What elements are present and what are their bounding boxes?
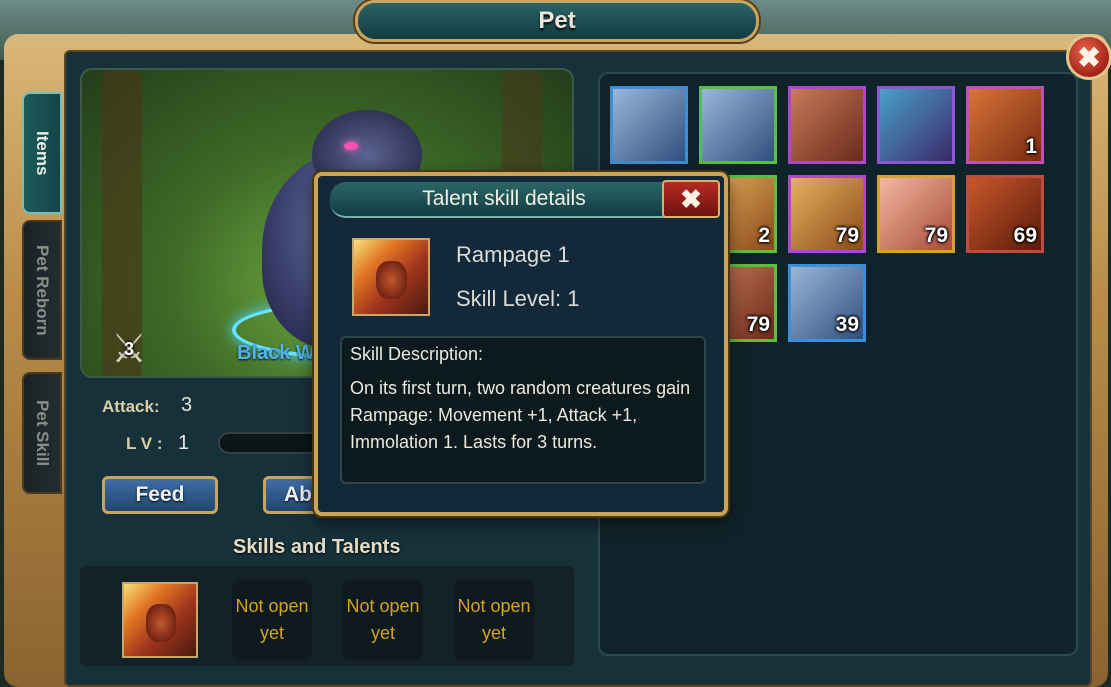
dialog-close-button[interactable]: ✖ (662, 180, 720, 218)
locked-skill-slot: Not open yet (454, 580, 534, 660)
rampage-skill-icon (352, 238, 430, 316)
window-title: Pet (538, 7, 576, 34)
tab-items-label: Items (33, 130, 52, 176)
inventory-item-black-wolf-pet-icon[interactable] (699, 86, 777, 164)
pet-eye (344, 142, 358, 150)
attack-value: 3 (181, 394, 193, 416)
tab-pet-skill[interactable]: Pet Skill (22, 372, 62, 494)
locked-skill-slot: Not open yet (232, 580, 312, 660)
dialog-title: Talent skill details (422, 187, 586, 210)
skills-section-title: Skills and Talents (233, 536, 401, 558)
tab-pet-skill-label: Pet Skill (33, 399, 52, 467)
inventory-item-meat-food-icon[interactable]: 69 (966, 175, 1044, 253)
item-count: 2 (758, 224, 770, 247)
item-count: 39 (835, 313, 859, 336)
skill-description-title: Skill Description: (350, 344, 484, 364)
skill-description-text: On its first turn, two random creatures … (350, 378, 691, 452)
item-count: 69 (1013, 224, 1037, 247)
feed-button[interactable]: Feed (102, 476, 218, 514)
attack-label: Attack: (102, 397, 160, 416)
tab-pet-reborn[interactable]: Pet Reborn (22, 220, 62, 360)
pet-level-badge: ⚔ 3 (104, 324, 154, 374)
skill-description-box: Skill Description: On its first turn, tw… (340, 336, 706, 484)
tab-pet-reborn-label: Pet Reborn (33, 244, 52, 336)
inventory-item-black-wolf-pet-icon[interactable] (610, 86, 688, 164)
item-count: 79 (924, 224, 948, 247)
item-count: 79 (835, 224, 859, 247)
item-count: 1 (1025, 135, 1037, 158)
talent-skill-details-dialog: Talent skill details ✖ Rampage 1 Skill L… (314, 172, 728, 516)
inventory-item-shrimp-food-icon[interactable]: 1 (966, 86, 1044, 164)
pet-name: Black W (237, 342, 315, 364)
pet-level-number: 3 (123, 338, 134, 359)
item-count: 79 (746, 313, 770, 336)
tab-items[interactable]: Items (22, 92, 62, 214)
skill-level: Skill Level: 1 (456, 286, 580, 311)
inventory-item-black-wolf-pet-icon[interactable]: 39 (788, 264, 866, 342)
inventory-item-bread-food-icon[interactable]: 79 (788, 175, 866, 253)
inventory-item-boar-pet-icon[interactable] (788, 86, 866, 164)
level-value: 1 (178, 432, 190, 454)
rampage-skill-icon[interactable] (122, 582, 198, 658)
inventory-item-ham-food-icon[interactable]: 79 (877, 175, 955, 253)
skill-name: Rampage 1 (456, 242, 570, 267)
dialog-header: Talent skill details (330, 182, 678, 218)
level-label: L V : (126, 434, 163, 453)
locked-skill-slot: Not open yet (343, 580, 423, 660)
window-title-plate: Pet (355, 0, 759, 42)
inventory-item-dragon-pet-icon[interactable] (877, 86, 955, 164)
